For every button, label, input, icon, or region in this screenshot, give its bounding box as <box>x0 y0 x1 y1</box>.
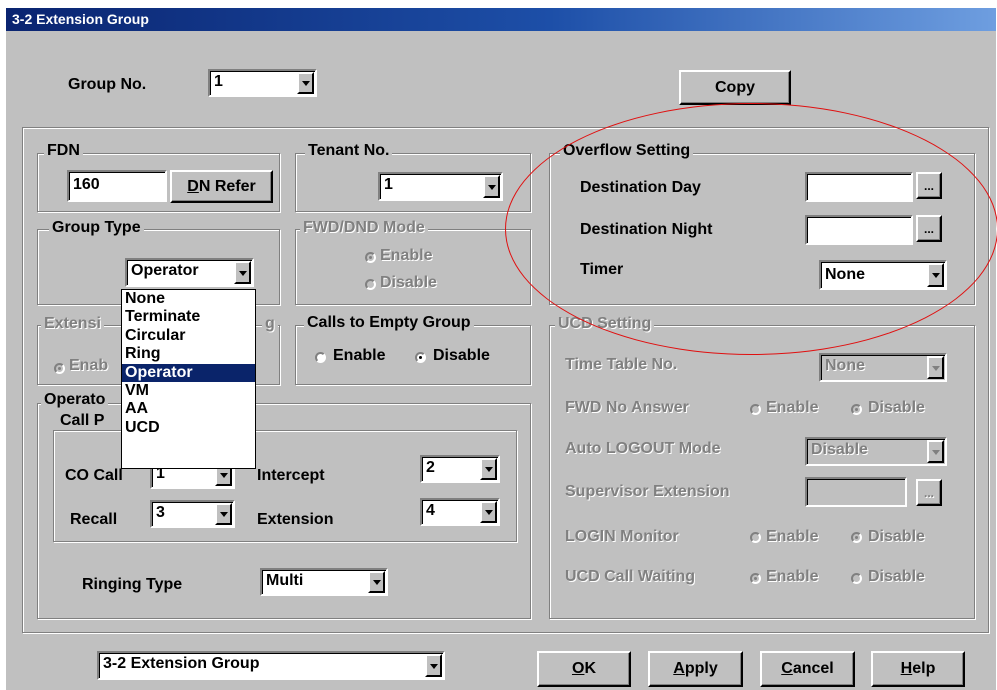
chevron-down-icon[interactable] <box>368 571 385 593</box>
calls-empty-enable-label: Enable <box>333 347 386 364</box>
intercept-select[interactable]: 2 <box>420 455 500 483</box>
chevron-down-icon[interactable] <box>297 72 314 94</box>
chevron-down-icon[interactable] <box>927 440 944 463</box>
extension-label: Extension <box>257 511 334 528</box>
calls-empty-enable-radio[interactable] <box>315 352 326 363</box>
extension-legend: Extensi <box>41 315 104 333</box>
supervisor-input[interactable] <box>805 477 907 507</box>
fwd-no-answer-label: FWD No Answer <box>565 399 689 416</box>
apply-button[interactable]: Apply <box>648 651 743 687</box>
ucd-call-waiting-disable-label: Disable <box>868 568 925 585</box>
ucd-call-waiting-enable-radio[interactable] <box>750 573 761 584</box>
supervisor-label: Supervisor Extension <box>565 483 730 500</box>
dest-day-label: Destination Day <box>580 179 701 196</box>
login-monitor-label: LOGIN Monitor <box>565 528 679 545</box>
login-monitor-disable-label: Disable <box>868 528 925 545</box>
chevron-down-icon[interactable] <box>215 503 232 525</box>
login-monitor-enable-radio[interactable] <box>750 532 761 543</box>
operator-legend: Operato <box>41 391 109 409</box>
ucd-call-waiting-disable-radio[interactable] <box>851 573 862 584</box>
fwd-dnd-group <box>295 229 531 305</box>
login-monitor-enable-label: Enable <box>766 528 819 545</box>
calls-empty-disable-label: Disable <box>433 347 490 364</box>
copy-button[interactable]: Copy <box>679 70 791 105</box>
ringing-type-label: Ringing Type <box>82 576 183 593</box>
fwd-dnd-enable-radio[interactable] <box>365 252 376 263</box>
extension-enable-radio[interactable] <box>54 363 65 374</box>
auto-logout-label: Auto LOGOUT Mode <box>565 440 721 457</box>
fwd-dnd-disable-label: Disable <box>380 274 437 291</box>
dest-night-label: Destination Night <box>580 221 713 238</box>
chevron-down-icon[interactable] <box>480 501 497 523</box>
fwd-dnd-legend: FWD/DND Mode <box>300 219 428 237</box>
fwd-dnd-disable-radio[interactable] <box>365 279 376 290</box>
group-type-option-selected[interactable]: Operator <box>122 363 255 382</box>
chevron-down-icon[interactable] <box>927 356 944 379</box>
title-bar: 3-2 Extension Group <box>6 8 996 31</box>
group-type-option[interactable]: Ring <box>122 345 255 363</box>
fwd-no-answer-disable-label: Disable <box>868 399 925 416</box>
dest-day-input[interactable] <box>805 172 913 202</box>
group-type-option[interactable]: None <box>122 290 255 308</box>
co-call-label: CO Call <box>65 467 123 484</box>
ucd-legend: UCD Setting <box>555 315 655 333</box>
fwd-no-answer-enable-radio[interactable] <box>750 404 761 415</box>
calls-empty-group <box>295 325 531 385</box>
calls-empty-legend: Calls to Empty Group <box>304 314 474 332</box>
ucd-call-waiting-enable-label: Enable <box>766 568 819 585</box>
recall-select[interactable]: 3 <box>150 500 235 528</box>
ucd-call-waiting-label: UCD Call Waiting <box>565 568 696 585</box>
group-type-option[interactable]: Circular <box>122 327 255 345</box>
dest-night-browse-button[interactable]: ... <box>916 215 942 242</box>
extension-select[interactable]: 4 <box>420 498 500 526</box>
page-select[interactable]: 3-2 Extension Group <box>97 651 445 680</box>
dest-day-browse-button[interactable]: ... <box>916 172 942 199</box>
fdn-legend: FDN <box>44 142 83 160</box>
call-priority-legend: Call P <box>57 412 108 430</box>
group-no-select[interactable]: 1 <box>208 69 317 97</box>
time-table-select[interactable]: None <box>819 353 947 382</box>
chevron-down-icon[interactable] <box>927 263 944 287</box>
recall-label: Recall <box>70 511 118 528</box>
chevron-down-icon[interactable] <box>234 261 251 284</box>
intercept-label: Intercept <box>257 467 325 484</box>
window-title: 3-2 Extension Group <box>12 11 149 27</box>
fdn-input[interactable]: 160 <box>67 170 167 202</box>
help-button[interactable]: Help <box>871 651 965 687</box>
dest-night-input[interactable] <box>805 215 913 245</box>
timer-label: Timer <box>580 261 624 278</box>
group-type-legend: Group Type <box>49 219 144 237</box>
extension-legend-tail: g <box>262 315 278 333</box>
group-type-select[interactable]: Operator <box>125 258 254 287</box>
group-type-option[interactable]: UCD <box>122 419 255 437</box>
group-type-option[interactable]: Terminate <box>122 308 255 326</box>
timer-select[interactable]: None <box>819 260 947 290</box>
overflow-legend: Overflow Setting <box>560 142 694 160</box>
group-type-option[interactable]: AA <box>122 400 255 418</box>
ringing-type-select[interactable]: Multi <box>260 568 388 596</box>
tenant-legend: Tenant No. <box>305 142 393 160</box>
dn-refer-button[interactable]: DN Refer <box>170 170 273 203</box>
cancel-button[interactable]: Cancel <box>760 651 855 687</box>
group-type-option[interactable]: VM <box>122 382 255 400</box>
fwd-no-answer-disable-radio[interactable] <box>851 404 862 415</box>
chevron-down-icon[interactable] <box>480 458 497 480</box>
ok-button[interactable]: OK <box>537 651 631 687</box>
supervisor-browse-button[interactable]: ... <box>916 479 942 506</box>
group-no-label: Group No. <box>68 76 147 93</box>
chevron-down-icon[interactable] <box>425 654 442 677</box>
auto-logout-select[interactable]: Disable <box>805 437 947 466</box>
calls-empty-disable-radio[interactable] <box>415 352 426 363</box>
tenant-select[interactable]: 1 <box>378 172 503 201</box>
chevron-down-icon[interactable] <box>483 175 500 198</box>
fwd-dnd-enable-label: Enable <box>380 247 433 264</box>
group-type-dropdown-list[interactable]: None Terminate Circular Ring Operator VM… <box>121 289 256 469</box>
login-monitor-disable-radio[interactable] <box>851 532 862 543</box>
extension-enable-label: Enab <box>69 357 109 374</box>
time-table-label: Time Table No. <box>565 356 678 373</box>
fwd-no-answer-enable-label: Enable <box>766 399 819 416</box>
